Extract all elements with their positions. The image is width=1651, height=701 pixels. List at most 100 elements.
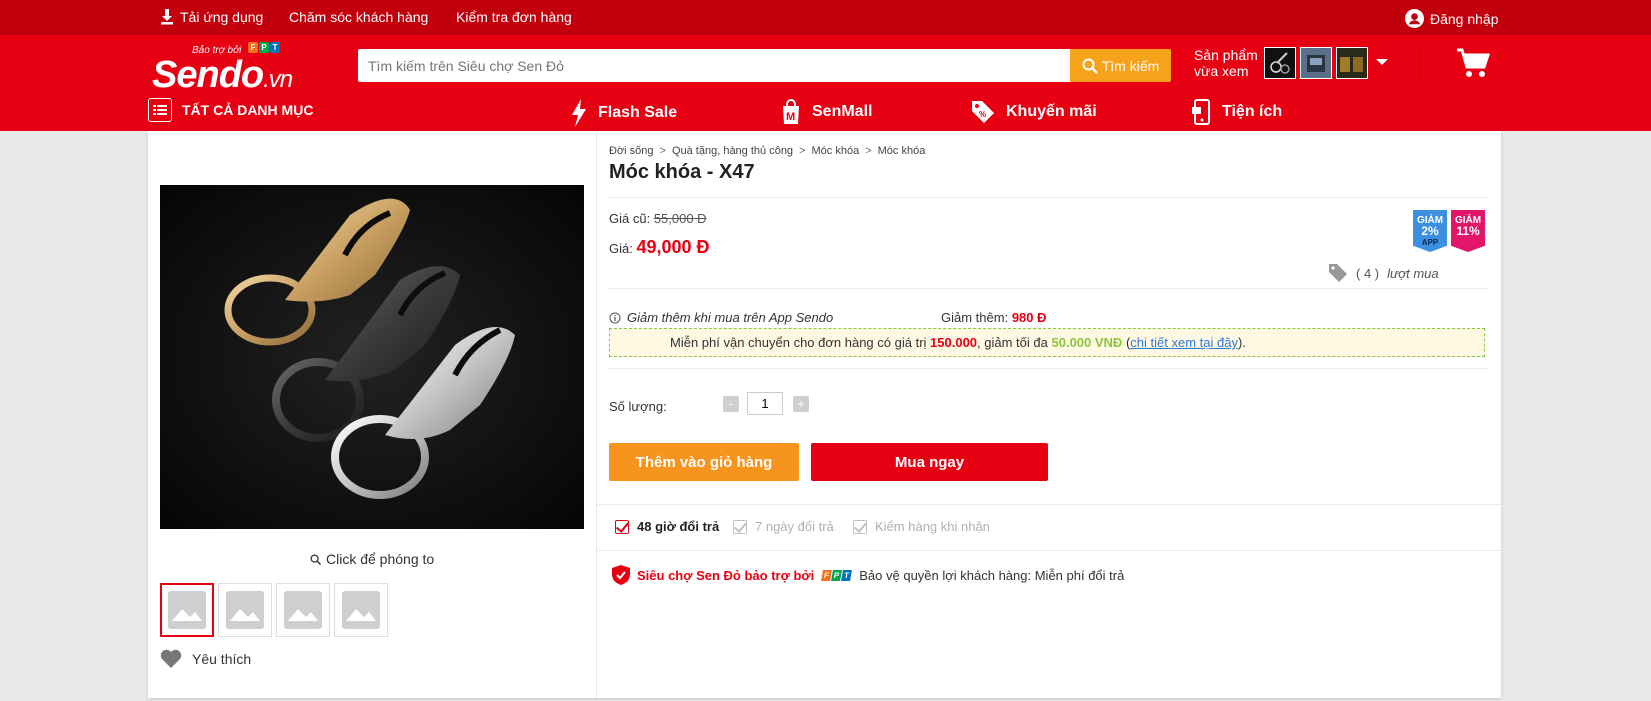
top-bar: Tải ứng dụng Chăm sóc khách hàng Kiểm tr… <box>0 0 1651 35</box>
customer-care-label: Chăm sóc khách hàng <box>289 9 429 25</box>
header: Bảo trợ bởi F P T Sendo.vn Tìm kiếm Sản … <box>0 35 1651 131</box>
zoom-hint-label: Click để phóng to <box>326 551 435 567</box>
shipping-details-link[interactable]: chi tiết xem tại đây <box>1130 335 1238 350</box>
feature-7day-return: 7 ngày đổi trả <box>733 519 834 534</box>
nav-senmall[interactable]: M SenMall <box>780 99 872 125</box>
divider <box>609 197 1489 198</box>
breadcrumb: Đời sống > Quà tặng, hàng thủ công > Móc… <box>609 145 925 157</box>
product-title: Móc khóa - X47 <box>609 161 755 183</box>
product-main-image[interactable] <box>160 185 584 529</box>
shipping-text: ( <box>1122 335 1131 350</box>
svg-text:M: M <box>786 111 795 123</box>
divider <box>597 550 1501 551</box>
all-categories-button[interactable]: TẤT CẢ DANH MỤC <box>148 98 313 122</box>
product-info: Đời sống > Quà tặng, hàng thủ công > Móc… <box>597 131 1501 698</box>
quantity-decrease-button[interactable]: - <box>723 396 739 412</box>
feature-label: 48 giờ đổi trả <box>637 519 720 534</box>
breadcrumb-item[interactable]: Móc khóa <box>812 145 860 157</box>
sendo-logo[interactable]: Bảo trợ bởi F P T Sendo.vn <box>152 42 302 100</box>
image-placeholder-icon <box>284 591 322 629</box>
quantity-increase-button[interactable]: + <box>793 396 809 412</box>
gallery-thumbnail[interactable] <box>276 583 330 637</box>
gallery-thumbnail[interactable] <box>160 583 214 637</box>
badge-text: APP <box>1421 238 1439 247</box>
nav-promotions-label: Khuyến mãi <box>1006 103 1097 120</box>
protection-title: Siêu chợ Sen Đỏ bảo trợ bởi <box>637 567 815 583</box>
check-order-link[interactable]: Kiểm tra đơn hàng <box>456 9 572 25</box>
image-placeholder-icon <box>342 591 380 629</box>
recent-product-thumb[interactable] <box>1300 47 1332 79</box>
breadcrumb-item[interactable]: Móc khóa <box>878 145 926 157</box>
nav-utilities-label: Tiện ích <box>1222 103 1283 120</box>
free-shipping-banner: Miễn phí vận chuyển cho đơn hàng có giá … <box>609 328 1485 357</box>
nav-utilities[interactable]: Tiện ích <box>1192 99 1282 125</box>
cart-icon <box>1457 48 1491 77</box>
shipping-text: , giảm tối đa <box>977 335 1048 350</box>
menu-icon <box>148 98 172 122</box>
cart-button[interactable] <box>1456 47 1491 84</box>
heart-icon <box>160 649 182 668</box>
breadcrumb-item[interactable]: Quà tặng, hàng thủ công <box>672 145 793 157</box>
search-icon <box>1082 58 1098 74</box>
tag-icon <box>1329 264 1347 282</box>
price-value: 49,000 Đ <box>636 237 710 257</box>
add-to-cart-button[interactable]: Thêm vào giỏ hàng <box>609 443 799 481</box>
breadcrumb-separator: > <box>659 145 666 157</box>
zoom-icon <box>310 553 321 565</box>
image-placeholder-icon <box>168 591 206 629</box>
app-discount-badge: GIẢM 2% APP <box>1413 210 1447 252</box>
product-card: Click để phóng to Yêu thích Đời sống > Q… <box>148 131 1501 698</box>
divider <box>609 288 1489 289</box>
senmall-bag-icon: M <box>783 99 799 124</box>
price-label: Giá: <box>609 241 633 256</box>
download-app-link[interactable]: Tải ứng dụng <box>160 9 263 25</box>
info-icon <box>609 312 621 323</box>
old-price: Giá cũ: 55,000 Đ <box>609 211 707 226</box>
login-link[interactable]: Đăng nhập <box>1405 9 1499 28</box>
shipping-text: Miễn phí vận chuyển cho đơn hàng có giá … <box>670 335 927 350</box>
discount-tag-icon: % <box>972 101 994 123</box>
nav-flash-sale-label: Flash Sale <box>598 104 678 121</box>
discount-badge: GIẢM 11% <box>1451 210 1485 252</box>
recent-product-thumb[interactable] <box>1264 47 1296 79</box>
customer-care-link[interactable]: Chăm sóc khách hàng <box>289 9 428 25</box>
favorite-button[interactable]: Yêu thích <box>160 649 251 669</box>
shield-icon <box>612 565 630 585</box>
app-discount-info: Giảm thêm khi mua trên App Sendo <box>609 310 833 325</box>
zoom-hint[interactable]: Click để phóng to <box>310 551 434 567</box>
recent-label-line1: Sản phẩm <box>1194 47 1258 63</box>
download-app-label: Tải ứng dụng <box>180 9 264 25</box>
lightning-icon <box>572 99 586 127</box>
nav-promotions[interactable]: % Khuyến mãi <box>970 99 1097 125</box>
nav-flash-sale[interactable]: Flash Sale <box>570 99 677 127</box>
recent-label-line2: vừa xem <box>1194 63 1249 79</box>
fpt-letter-t: T <box>841 569 853 581</box>
shipping-text: ). <box>1237 335 1246 350</box>
gallery-thumbnail[interactable] <box>218 583 272 637</box>
app-discount-text: Giảm thêm khi mua trên App Sendo <box>627 310 834 325</box>
old-price-value: 55,000 Đ <box>653 211 707 226</box>
feature-label: Kiểm hàng khi nhận <box>875 519 990 534</box>
protection-text: Bảo vệ quyền lợi khách hàng: Miễn phí đổ… <box>859 567 1125 583</box>
old-price-label: Giá cũ: <box>609 211 651 226</box>
recent-product-thumb[interactable] <box>1336 47 1368 79</box>
search-button-label: Tìm kiếm <box>1101 57 1160 74</box>
search-input[interactable] <box>358 49 1070 82</box>
quantity-input[interactable] <box>747 392 783 415</box>
search-button[interactable]: Tìm kiếm <box>1070 49 1171 82</box>
divider <box>597 504 1501 505</box>
gallery-thumbnail[interactable] <box>334 583 388 637</box>
sold-count-value: ( 4 ) <box>1356 265 1380 281</box>
buy-now-button[interactable]: Mua ngay <box>811 443 1048 481</box>
current-price: Giá: 49,000 Đ <box>609 237 710 258</box>
chevron-down-icon[interactable] <box>1376 59 1388 65</box>
product-gallery: Click để phóng to Yêu thích <box>148 131 597 698</box>
feature-inspect-on-delivery: Kiểm hàng khi nhận <box>853 519 990 534</box>
breadcrumb-separator: > <box>799 145 806 157</box>
shipping-max-discount: 50.000 VNĐ <box>1051 335 1123 350</box>
feature-label: 7 ngày đổi trả <box>755 519 834 534</box>
breadcrumb-item[interactable]: Đời sống <box>609 145 654 157</box>
svg-text:%: % <box>979 110 986 119</box>
download-icon <box>161 9 173 25</box>
checkbox-icon <box>853 519 867 534</box>
